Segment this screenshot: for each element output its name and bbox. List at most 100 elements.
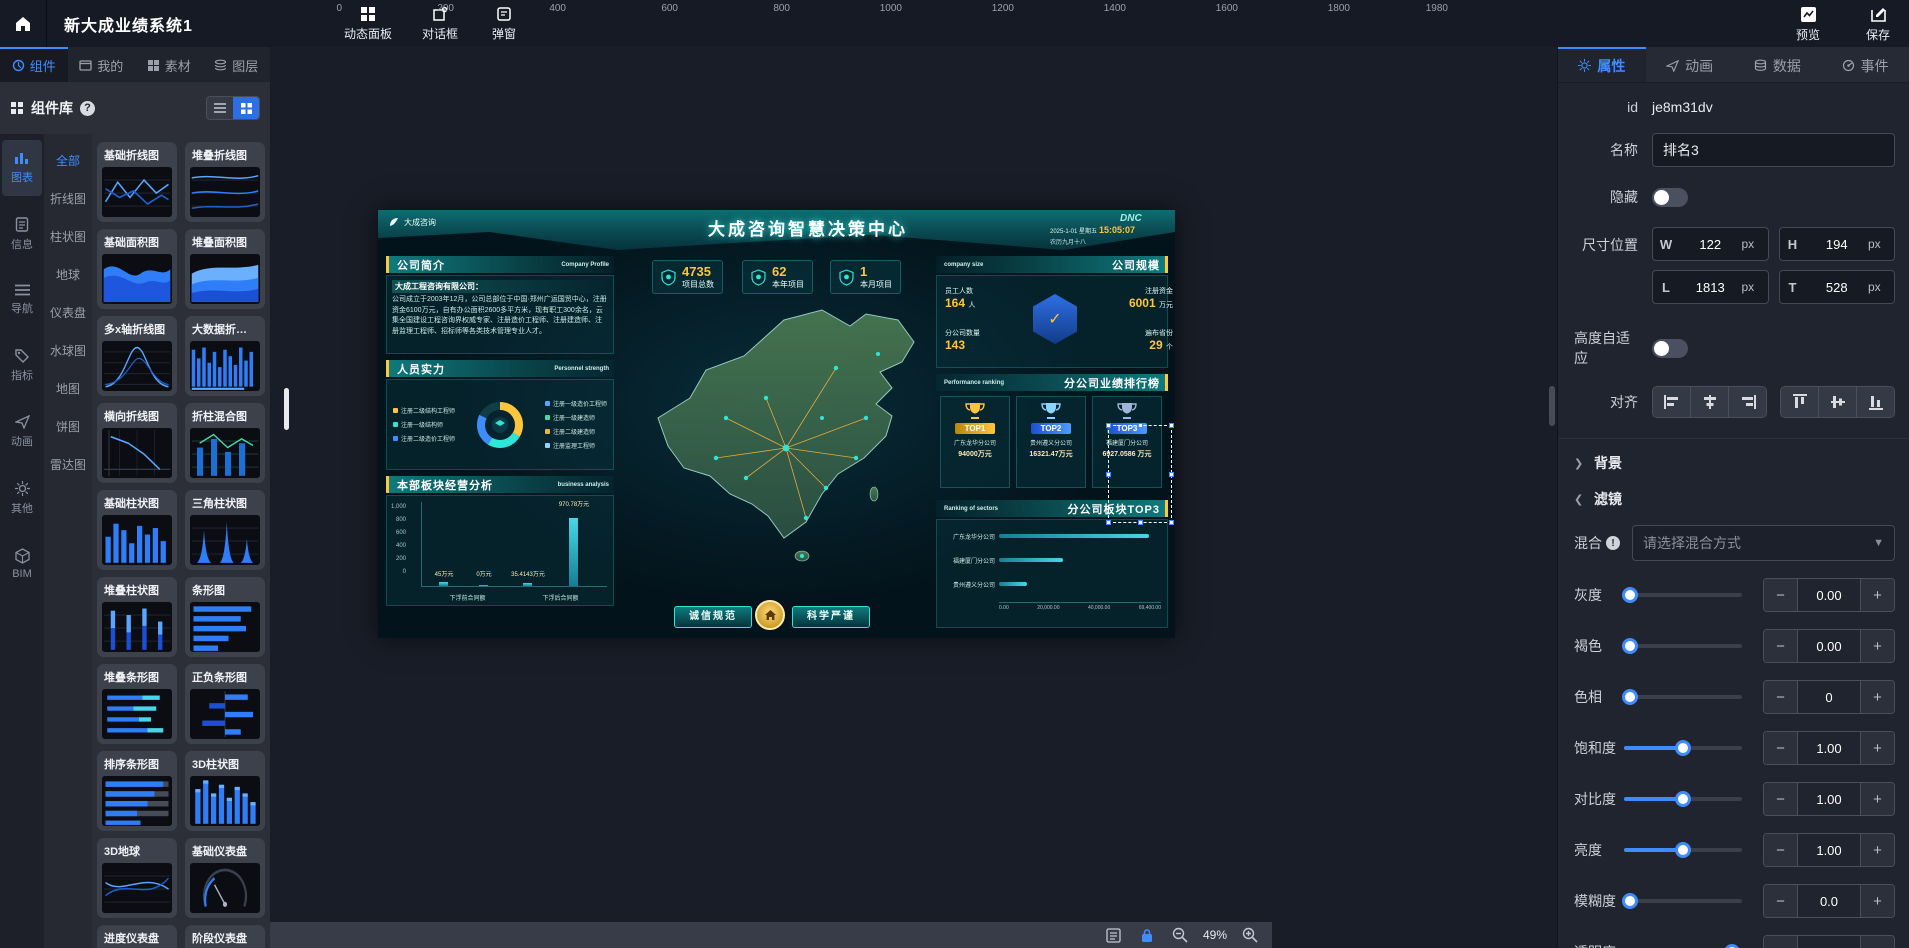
rail-item-charts[interactable]: 图表 <box>2 140 42 196</box>
category-gauge[interactable]: 仪表盘 <box>50 304 86 321</box>
align-right-button[interactable] <box>1729 387 1766 417</box>
category-map[interactable]: 地图 <box>56 380 80 397</box>
component-card[interactable]: 多x轴折线图 <box>97 316 177 396</box>
selected-component-outline[interactable] <box>1108 425 1172 523</box>
tab-components[interactable]: 组件 <box>0 47 68 82</box>
component-card[interactable]: 正负条形图 <box>185 664 265 744</box>
increment-button[interactable]: + <box>1861 783 1894 815</box>
decrement-button[interactable]: − <box>1764 885 1797 917</box>
slider-handle[interactable] <box>1675 791 1691 807</box>
category-globe[interactable]: 地球 <box>56 266 80 283</box>
decrement-button[interactable]: − <box>1764 732 1797 764</box>
slider-handle[interactable] <box>1622 638 1638 654</box>
rail-item-nav[interactable]: 导航 <box>2 272 42 328</box>
component-card[interactable]: 阶段仪表盘 <box>185 925 265 948</box>
hue-slider[interactable] <box>1624 695 1742 699</box>
decrement-button[interactable]: − <box>1764 834 1797 866</box>
component-card[interactable]: 条形图 <box>185 577 265 657</box>
grid-view-button[interactable] <box>233 97 259 119</box>
increment-button[interactable]: + <box>1861 681 1894 713</box>
component-card[interactable]: 3D柱状图 <box>185 751 265 831</box>
component-card[interactable]: 基础折线图 <box>97 142 177 222</box>
decrement-button[interactable]: − <box>1764 936 1797 948</box>
blur-slider[interactable] <box>1624 899 1742 903</box>
left-input[interactable]: L1813px <box>1652 270 1769 304</box>
tab-mine[interactable]: 我的 <box>68 47 136 82</box>
height-input[interactable]: H194px <box>1779 227 1896 261</box>
component-card[interactable]: 基础面积图 <box>97 229 177 309</box>
zoom-level[interactable]: 49% <box>1203 928 1227 942</box>
component-card[interactable]: 大数据折… <box>185 316 265 396</box>
category-pie[interactable]: 饼图 <box>56 418 80 435</box>
save-button[interactable]: 保存 <box>1846 4 1909 44</box>
tab-events[interactable]: 事件 <box>1821 47 1909 82</box>
blend-mode-select[interactable]: 请选择混合方式 ▼ <box>1632 525 1895 561</box>
slider-handle[interactable] <box>1622 587 1638 603</box>
component-card[interactable]: 堆叠折线图 <box>185 142 265 222</box>
component-card[interactable]: 折柱混合图 <box>185 403 265 483</box>
preview-button[interactable]: 预览 <box>1776 4 1840 44</box>
rail-item-info[interactable]: 信息 <box>2 206 42 262</box>
component-card[interactable]: 基础柱状图 <box>97 490 177 570</box>
decrement-button[interactable]: − <box>1764 783 1797 815</box>
tab-data[interactable]: 数据 <box>1734 47 1822 82</box>
width-input[interactable]: W122px <box>1652 227 1769 261</box>
increment-button[interactable]: + <box>1861 630 1894 662</box>
category-radar[interactable]: 雷达图 <box>50 456 86 473</box>
tab-properties[interactable]: 属性 <box>1558 47 1646 82</box>
canvas-scrollbar-left[interactable] <box>284 388 289 430</box>
outline-list-button[interactable] <box>1104 925 1124 945</box>
zoom-out-button[interactable] <box>1170 925 1190 945</box>
list-view-button[interactable] <box>207 97 233 119</box>
align-middle-v-button[interactable] <box>1819 387 1857 417</box>
category-liquid[interactable]: 水球图 <box>50 342 86 359</box>
rail-item-metric[interactable]: 指标 <box>2 338 42 394</box>
increment-button[interactable]: + <box>1861 579 1894 611</box>
rail-item-animation[interactable]: 动画 <box>2 404 42 460</box>
lock-button[interactable] <box>1137 925 1157 945</box>
align-top-button[interactable] <box>1781 387 1819 417</box>
grayscale-slider[interactable] <box>1624 593 1742 597</box>
component-card[interactable]: 横向折线图 <box>97 403 177 483</box>
home-button[interactable] <box>0 0 47 47</box>
top-input[interactable]: T528px <box>1779 270 1896 304</box>
align-center-h-button[interactable] <box>1691 387 1729 417</box>
increment-button[interactable]: + <box>1861 732 1894 764</box>
align-left-button[interactable] <box>1653 387 1691 417</box>
align-bottom-button[interactable] <box>1857 387 1894 417</box>
tab-layers[interactable]: 图层 <box>203 47 271 82</box>
decrement-button[interactable]: − <box>1764 681 1797 713</box>
hide-toggle[interactable] <box>1652 188 1688 207</box>
slider-handle[interactable] <box>1724 944 1740 948</box>
decrement-button[interactable]: − <box>1764 630 1797 662</box>
increment-button[interactable]: + <box>1861 885 1894 917</box>
rail-item-bim[interactable]: BIM <box>2 536 42 592</box>
category-bar[interactable]: 柱状图 <box>50 228 86 245</box>
increment-button[interactable]: + <box>1861 936 1894 948</box>
tab-materials[interactable]: 素材 <box>135 47 203 82</box>
component-card[interactable]: 堆叠柱状图 <box>97 577 177 657</box>
canvas-scrollbar-right[interactable] <box>1549 386 1555 426</box>
slider-handle[interactable] <box>1675 842 1691 858</box>
design-canvas[interactable]: 大成咨询 大成咨询智慧决策中心 DNC 2025-1-01 星期五15:05:0… <box>270 47 1557 948</box>
brightness-slider[interactable] <box>1624 848 1742 852</box>
category-line[interactable]: 折线图 <box>50 190 86 207</box>
dynamic-panel-button[interactable]: 动态面板 <box>336 4 400 44</box>
component-card[interactable]: 堆叠条形图 <box>97 664 177 744</box>
help-icon[interactable]: ? <box>80 101 95 116</box>
increment-button[interactable]: + <box>1861 834 1894 866</box>
component-card[interactable]: 3D地球 <box>97 838 177 918</box>
autoheight-toggle[interactable] <box>1652 339 1688 358</box>
decrement-button[interactable]: − <box>1764 579 1797 611</box>
component-card[interactable]: 堆叠面积图 <box>185 229 265 309</box>
rail-item-other[interactable]: 其他 <box>2 470 42 526</box>
slider-handle[interactable] <box>1622 893 1638 909</box>
zoom-in-button[interactable] <box>1240 925 1260 945</box>
saturation-slider[interactable] <box>1624 746 1742 750</box>
slider-handle[interactable] <box>1622 689 1638 705</box>
component-card[interactable]: 基础仪表盘 <box>185 838 265 918</box>
dashboard-preview[interactable]: 大成咨询 大成咨询智慧决策中心 DNC 2025-1-01 星期五15:05:0… <box>378 210 1175 638</box>
name-input[interactable] <box>1652 133 1895 167</box>
component-card[interactable]: 排序条形图 <box>97 751 177 831</box>
slider-handle[interactable] <box>1675 740 1691 756</box>
